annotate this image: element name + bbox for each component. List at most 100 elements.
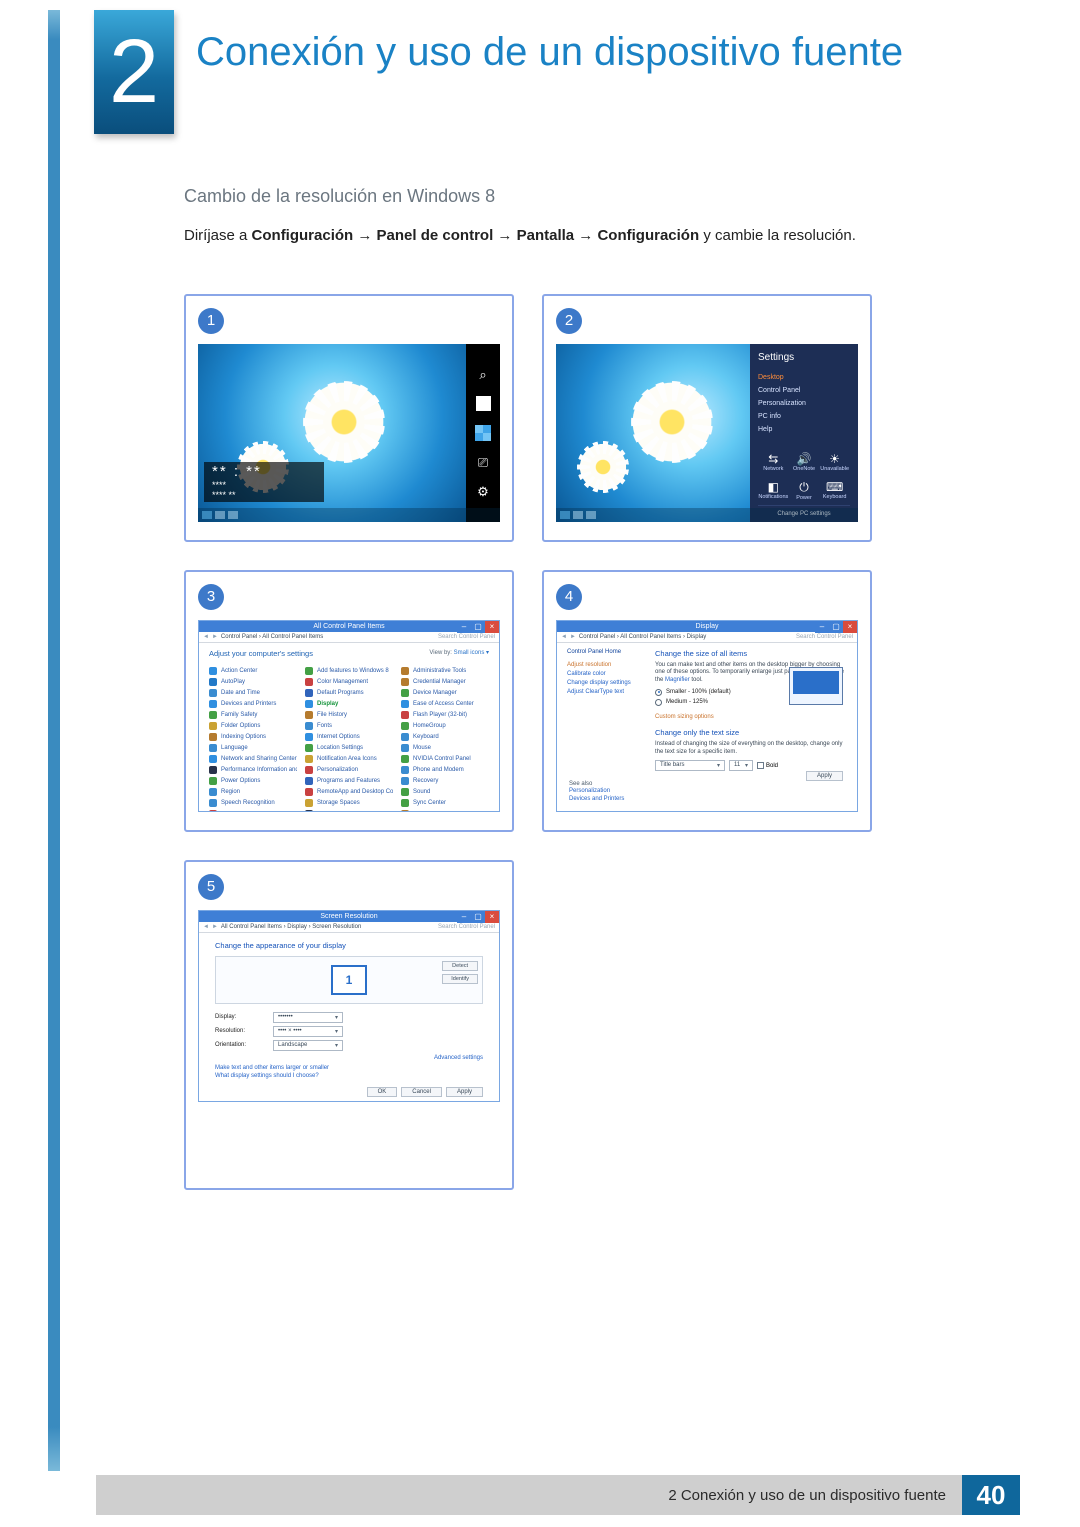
close-icon[interactable]: × — [485, 911, 499, 923]
close-icon[interactable]: × — [485, 621, 499, 633]
cp-item[interactable]: Taskbar — [305, 809, 393, 811]
minimize-icon[interactable]: – — [457, 911, 471, 923]
taskbar-item[interactable] — [228, 511, 238, 519]
custom-sizing-link[interactable]: Custom sizing options — [655, 714, 847, 720]
cp-item[interactable]: Internet Options — [305, 732, 393, 743]
advanced-settings-link[interactable]: Advanced settings — [215, 1055, 483, 1061]
cp-item[interactable]: Sound — [401, 787, 489, 798]
maximize-icon[interactable]: ▢ — [471, 621, 485, 633]
search-input[interactable]: Search Control Panel — [438, 634, 495, 640]
item-select[interactable]: Title bars — [655, 760, 725, 771]
cp-item[interactable]: NVIDIA Control Panel — [401, 754, 489, 765]
view-by[interactable]: View by: Small icons ▾ — [429, 649, 489, 656]
share-icon[interactable] — [476, 396, 491, 411]
cp-item[interactable]: AutoPlay — [209, 677, 297, 688]
cp-item[interactable]: Ease of Access Center — [401, 699, 489, 710]
cp-item[interactable]: Location Settings — [305, 743, 393, 754]
settings-item[interactable]: PC info — [758, 410, 850, 423]
forward-icon[interactable]: ► — [212, 924, 218, 930]
detect-button[interactable]: Detect — [442, 961, 478, 971]
maximize-icon[interactable]: ▢ — [829, 621, 843, 633]
cp-item[interactable]: Performance Information and Tools — [209, 765, 297, 776]
search-input[interactable]: Search Control Panel — [438, 924, 495, 930]
cancel-button[interactable]: Cancel — [401, 1087, 442, 1097]
taskbar-item[interactable] — [560, 511, 570, 519]
search-input[interactable]: Search Control Panel — [796, 634, 853, 640]
taskbar-item[interactable] — [215, 511, 225, 519]
cp-item[interactable]: Flash Player (32-bit) — [401, 710, 489, 721]
ok-button[interactable]: OK — [367, 1087, 398, 1097]
settings-icon[interactable] — [476, 484, 491, 499]
settings-quick-icon[interactable]: ⏻Power — [789, 480, 820, 501]
orientation-select[interactable]: Landscape — [273, 1040, 343, 1051]
settings-quick-icon[interactable]: ⇆Network — [758, 452, 789, 472]
cp-item[interactable]: Keyboard — [401, 732, 489, 743]
settings-quick-icon[interactable]: ⌨Keyboard — [819, 480, 850, 501]
cp-item[interactable]: Folder Options — [209, 721, 297, 732]
breadcrumb[interactable]: All Control Panel Items › Display › Scre… — [221, 924, 361, 930]
cp-item[interactable]: Family Safety — [209, 710, 297, 721]
devices-icon[interactable] — [476, 455, 491, 470]
cp-item[interactable]: Mouse — [401, 743, 489, 754]
settings-item[interactable]: Desktop — [758, 371, 850, 384]
side-link[interactable]: Change display settings — [567, 679, 645, 688]
side-link[interactable]: Calibrate color — [567, 670, 645, 679]
cp-item[interactable]: File History — [305, 710, 393, 721]
cp-item[interactable]: Date and Time — [209, 688, 297, 699]
cp-item[interactable]: Recovery — [401, 776, 489, 787]
cp-item[interactable]: Personalization — [305, 765, 393, 776]
taskbar-item[interactable] — [202, 511, 212, 519]
cp-item[interactable]: Speech Recognition — [209, 798, 297, 809]
cp-item[interactable]: Troubleshooting — [401, 809, 489, 811]
settings-item[interactable]: Help — [758, 423, 850, 436]
settings-quick-icon[interactable]: ☀Unavailable — [819, 452, 850, 472]
cp-item[interactable]: Language — [209, 743, 297, 754]
cp-item[interactable]: Region — [209, 787, 297, 798]
apply-button[interactable]: Apply — [806, 771, 843, 781]
cp-item[interactable]: HomeGroup — [401, 721, 489, 732]
cp-item[interactable]: Indexing Options — [209, 732, 297, 743]
cp-item[interactable]: Default Programs — [305, 688, 393, 699]
settings-item[interactable]: Personalization — [758, 397, 850, 410]
minimize-icon[interactable]: – — [457, 621, 471, 633]
help-link[interactable]: Make text and other items larger or smal… — [215, 1065, 483, 1071]
taskbar-item[interactable] — [573, 511, 583, 519]
settings-quick-icon[interactable]: 🔊OneNote — [789, 452, 820, 472]
cp-item[interactable]: Devices and Printers — [209, 699, 297, 710]
cp-item[interactable]: Action Center — [209, 666, 297, 677]
size-select[interactable]: 11 — [729, 760, 753, 771]
back-icon[interactable]: ◄ — [561, 634, 567, 640]
cp-item[interactable]: Network and Sharing Center — [209, 754, 297, 765]
cp-item[interactable]: System — [209, 809, 297, 811]
cp-item[interactable]: Power Options — [209, 776, 297, 787]
cp-item[interactable]: Device Manager — [401, 688, 489, 699]
cp-item[interactable]: Programs and Features — [305, 776, 393, 787]
side-link[interactable]: Adjust ClearType text — [567, 688, 645, 697]
side-link[interactable]: Adjust resolution — [567, 661, 645, 670]
help-link[interactable]: What display settings should I choose? — [215, 1073, 483, 1079]
forward-icon[interactable]: ► — [570, 634, 576, 640]
settings-item[interactable]: Control Panel — [758, 384, 850, 397]
back-icon[interactable]: ◄ — [203, 634, 209, 640]
cp-item[interactable]: Add features to Windows 8 — [305, 666, 393, 677]
bold-checkbox[interactable]: Bold — [757, 762, 778, 769]
display-select[interactable]: ••••••• — [273, 1012, 343, 1023]
maximize-icon[interactable]: ▢ — [471, 911, 485, 923]
cp-item[interactable]: RemoteApp and Desktop Connections — [305, 787, 393, 798]
search-icon[interactable] — [476, 367, 491, 382]
settings-quick-icon[interactable]: ◧Notifications — [758, 480, 789, 501]
cp-item[interactable]: Fonts — [305, 721, 393, 732]
see-also-link[interactable]: Personalization — [569, 787, 624, 795]
magnifier-link[interactable]: Magnifier — [665, 677, 690, 683]
breadcrumb[interactable]: Control Panel › All Control Panel Items — [221, 634, 323, 640]
cp-item[interactable]: Notification Area Icons — [305, 754, 393, 765]
breadcrumb[interactable]: Control Panel › All Control Panel Items … — [579, 634, 706, 640]
cp-item[interactable]: Phone and Modem — [401, 765, 489, 776]
cp-item[interactable]: Credential Manager — [401, 677, 489, 688]
taskbar-item[interactable] — [586, 511, 596, 519]
cp-item[interactable]: Administrative Tools — [401, 666, 489, 677]
see-also-link[interactable]: Devices and Printers — [569, 795, 624, 803]
back-icon[interactable]: ◄ — [203, 924, 209, 930]
minimize-icon[interactable]: – — [815, 621, 829, 633]
identify-button[interactable]: Identify — [442, 974, 478, 984]
